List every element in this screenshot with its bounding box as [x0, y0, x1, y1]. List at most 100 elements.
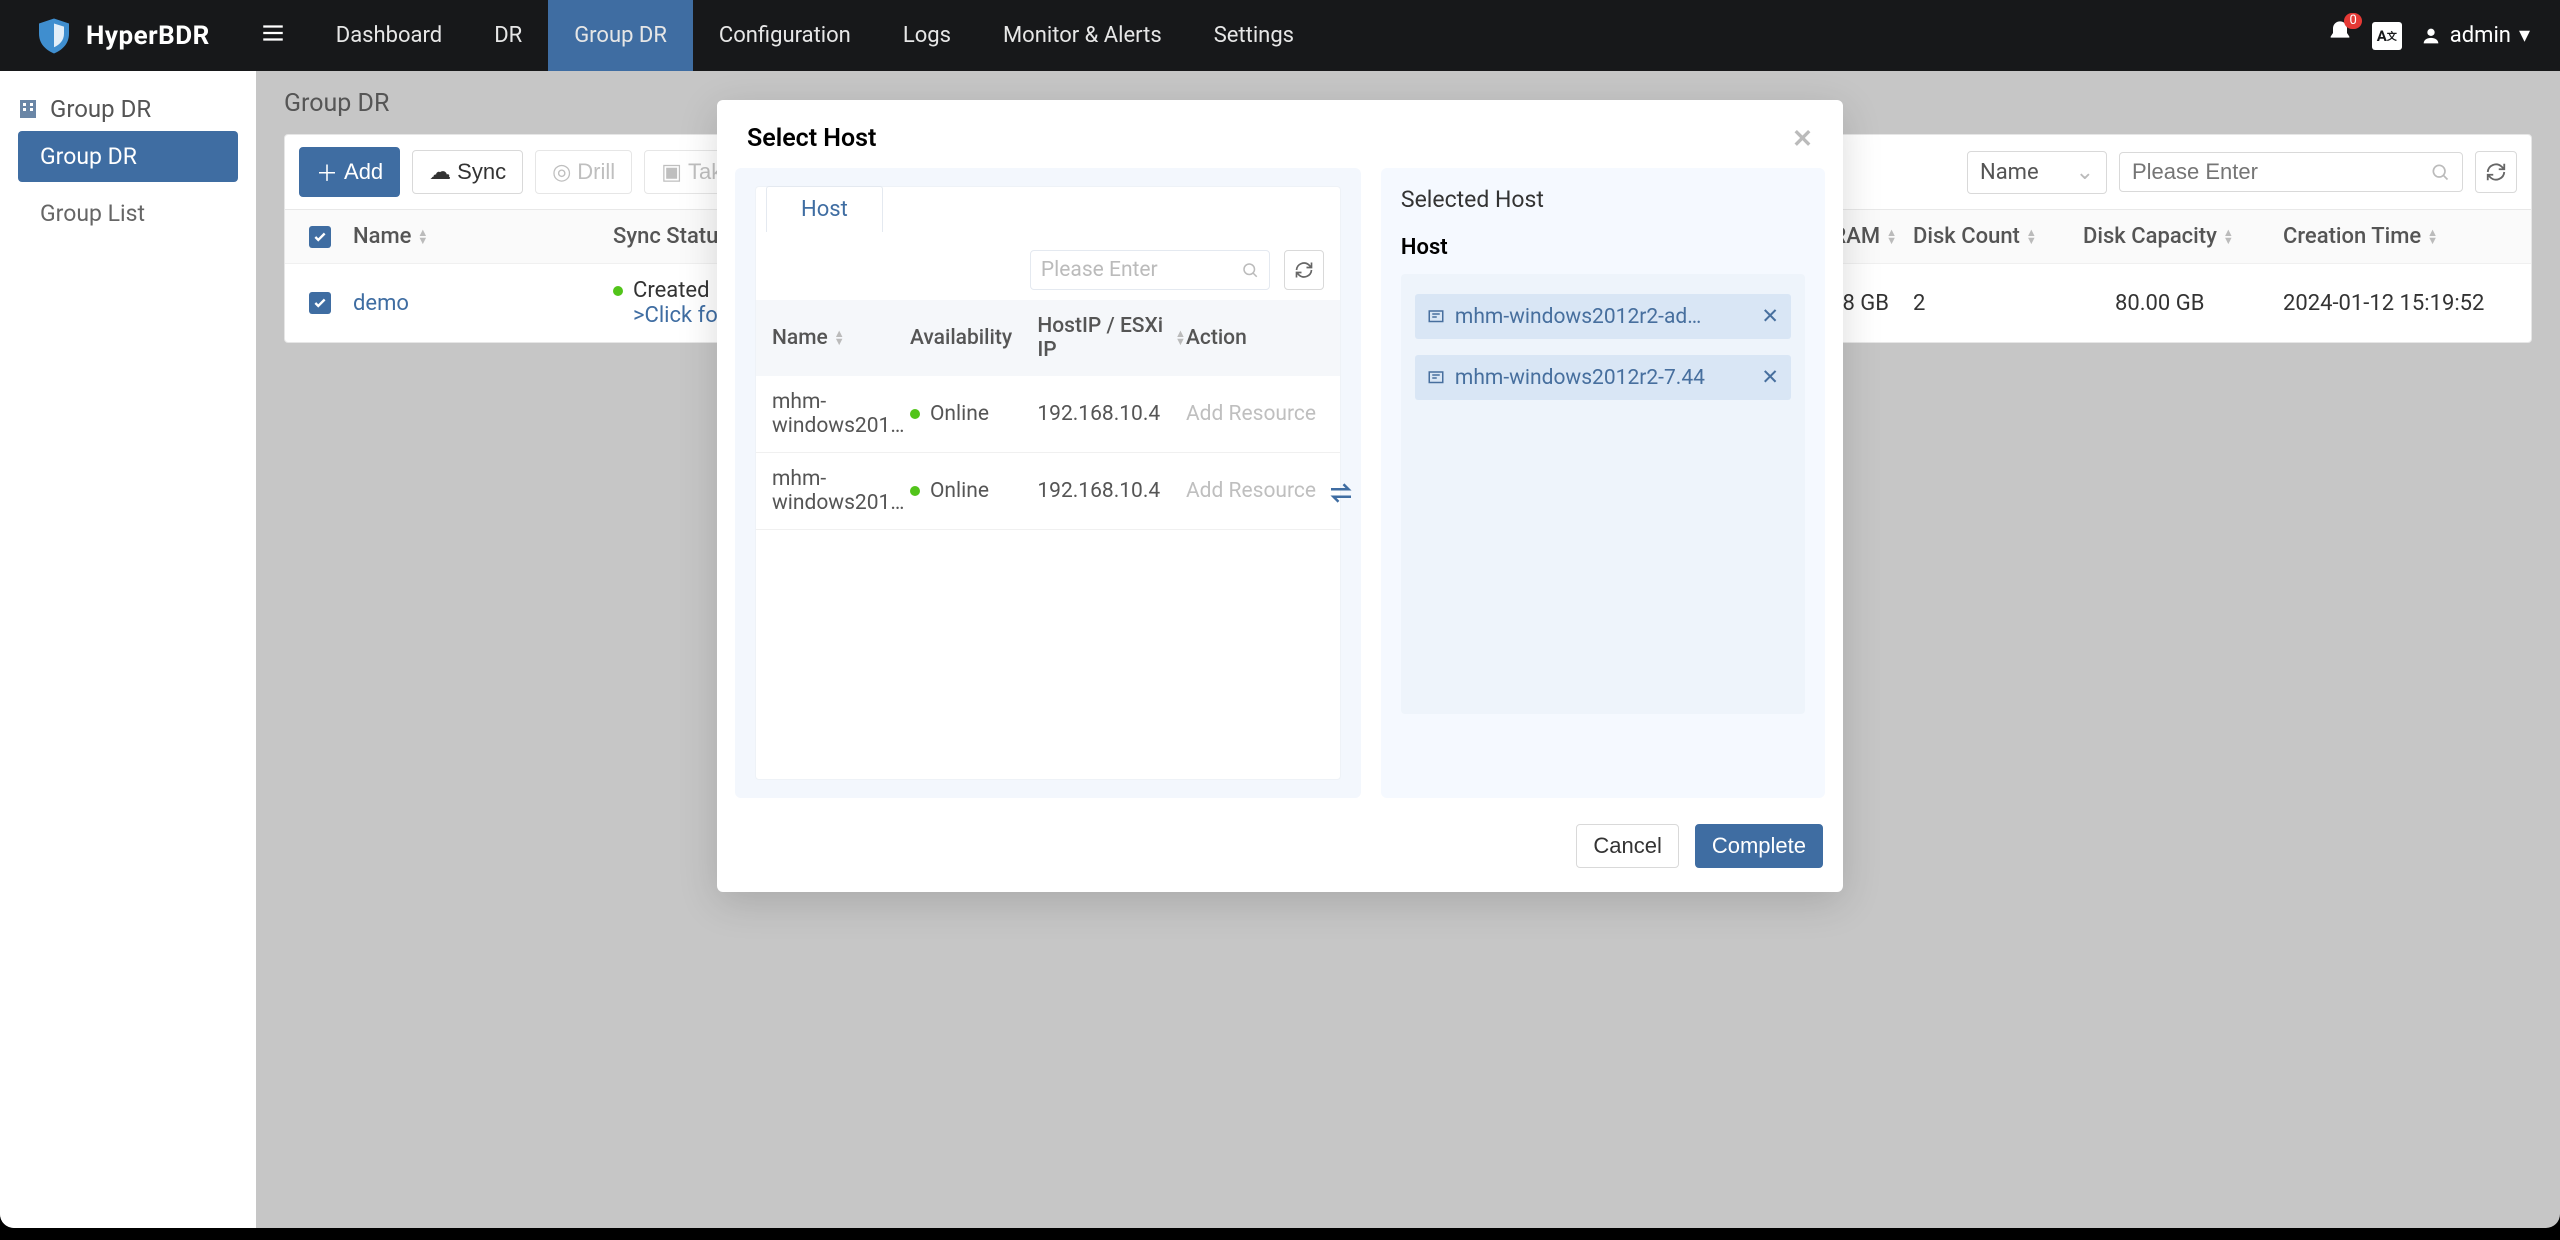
select-all-checkbox[interactable] [309, 226, 331, 248]
top-nav: HyperBDR Dashboard DR Group DR Configura… [0, 0, 2560, 71]
host-row: mhm-windows201… Online 192.168.10.4 Add … [756, 453, 1340, 530]
add-button[interactable]: ＋Add [299, 147, 400, 197]
complete-button[interactable]: Complete [1695, 824, 1823, 868]
nav-group-dr[interactable]: Group DR [548, 0, 693, 71]
sidebar: Group DR Group DR Group List [0, 71, 256, 1228]
plus-icon: ＋ [316, 156, 338, 188]
topnav-right: 0 A文 admin ▾ [2326, 19, 2560, 53]
chevron-down-icon: ▾ [2519, 23, 2530, 48]
host-icon [1427, 369, 1445, 387]
sidebar-header: Group DR [0, 81, 256, 131]
drill-button-label: Drill [577, 159, 615, 185]
close-icon[interactable]: ✕ [1792, 124, 1813, 154]
host-ip: 192.168.10.4 [1037, 402, 1186, 426]
selected-title: Selected Host [1401, 186, 1805, 213]
sort-icon: ▲▼ [2223, 229, 2234, 245]
host-name: mhm-windows201… [772, 467, 910, 515]
brand-name: HyperBDR [86, 21, 210, 51]
nav-dr[interactable]: DR [468, 0, 548, 71]
nav-monitor-alerts[interactable]: Monitor & Alerts [977, 0, 1188, 71]
drill-button: ◎ Drill [535, 150, 632, 194]
row-checkbox[interactable] [309, 292, 331, 314]
user-name: admin [2450, 23, 2511, 48]
filter-field-select[interactable]: Name ⌄ [1967, 151, 2107, 194]
nav-logs[interactable]: Logs [877, 0, 977, 71]
filter-search[interactable] [2119, 152, 2463, 192]
status-dot-icon [613, 286, 623, 296]
add-resource-action: Add Resource [1186, 479, 1324, 503]
modal-search-placeholder: Please Enter [1041, 258, 1158, 282]
nav-items: Dashboard DR Group DR Configuration Logs… [310, 0, 1320, 71]
language-toggle[interactable]: A文 [2372, 22, 2402, 50]
refresh-icon [2485, 161, 2507, 183]
target-icon: ◎ [552, 159, 571, 185]
search-icon [2430, 162, 2450, 182]
remove-tag-icon[interactable]: ✕ [1761, 365, 1779, 390]
row-disk-count: 2 [1913, 291, 2083, 316]
search-icon [1241, 261, 1259, 279]
host-ip: 192.168.10.4 [1037, 479, 1186, 503]
add-button-label: Add [344, 159, 383, 185]
cancel-button[interactable]: Cancel [1576, 824, 1678, 868]
row-ram: 8 GB [1842, 291, 1913, 316]
selected-host-tag: mhm-windows2012r2-ad… ✕ [1415, 294, 1791, 339]
host-table-header: Name▲▼ Availability HostIP / ESXi IP▲▼ A… [756, 300, 1340, 376]
refresh-icon [1294, 260, 1314, 280]
col-creation-time[interactable]: Creation Time [2283, 224, 2421, 249]
hcol-avail[interactable]: Availability [910, 326, 1012, 350]
hcol-name[interactable]: Name [772, 326, 828, 350]
col-sync-status[interactable]: Sync Status [613, 224, 730, 249]
box-icon: ▣ [661, 159, 682, 185]
transfer-icon [1326, 478, 1356, 512]
filter-search-input[interactable] [2132, 159, 2420, 185]
available-hosts-pane: Host Please Enter Name ▲▼ Availability Ho… [735, 168, 1361, 798]
col-disk-capacity[interactable]: Disk Capacity [2083, 224, 2217, 249]
modal-title: Select Host [747, 124, 876, 154]
brand: HyperBDR [0, 16, 236, 56]
modal-search[interactable]: Please Enter [1030, 250, 1270, 290]
modal-refresh-button[interactable] [1284, 250, 1324, 290]
sidebar-item-group-dr[interactable]: Group DR [18, 131, 238, 182]
row-status-link[interactable]: >Click fo [633, 303, 718, 328]
host-name: mhm-windows201… [772, 390, 910, 438]
sort-icon: ▲▼ [1175, 330, 1186, 346]
selected-host-tag: mhm-windows2012r2-7.44 ✕ [1415, 355, 1791, 400]
selected-host-name: mhm-windows2012r2-ad… [1455, 305, 1701, 329]
menu-toggle-icon[interactable] [236, 20, 310, 52]
sort-icon: ▲▼ [417, 229, 428, 245]
user-menu[interactable]: admin ▾ [2420, 23, 2530, 48]
remove-tag-icon[interactable]: ✕ [1761, 304, 1779, 329]
sidebar-title: Group DR [50, 95, 151, 123]
hcol-action: Action [1186, 326, 1247, 350]
col-disk-count[interactable]: Disk Count [1913, 224, 2020, 249]
host-icon [1427, 308, 1445, 326]
nav-dashboard[interactable]: Dashboard [310, 0, 468, 71]
selected-subtitle: Host [1401, 235, 1805, 260]
col-name[interactable]: Name [353, 224, 411, 249]
tab-host[interactable]: Host [766, 186, 883, 232]
status-dot-icon [910, 486, 920, 496]
host-row: mhm-windows201… Online 192.168.10.4 Add … [756, 376, 1340, 453]
selected-list: mhm-windows2012r2-ad… ✕ mhm-windows2012r… [1401, 274, 1805, 714]
sort-icon: ▲▼ [2026, 229, 2037, 245]
row-created: 2024-01-12 15:19:52 [2283, 291, 2523, 316]
chevron-down-icon: ⌄ [2076, 160, 2094, 185]
filter-field-label: Name [1980, 160, 2039, 185]
notifications-button[interactable]: 0 [2326, 19, 2354, 53]
nav-settings[interactable]: Settings [1188, 0, 1320, 71]
refresh-button[interactable] [2475, 151, 2517, 193]
nav-configuration[interactable]: Configuration [693, 0, 877, 71]
cloud-icon: ☁ [429, 159, 451, 185]
hcol-ip[interactable]: HostIP / ESXi IP [1037, 314, 1169, 362]
sync-button-label: Sync [457, 159, 506, 185]
host-table: Name▲▼ Availability HostIP / ESXi IP▲▼ A… [756, 300, 1340, 530]
building-icon [16, 97, 40, 121]
sort-icon: ▲▼ [1886, 229, 1897, 245]
row-disk-cap: 80.00 GB [2083, 291, 2283, 316]
host-avail: Online [910, 402, 1037, 426]
row-status-text: Created [633, 278, 709, 303]
sidebar-item-group-list[interactable]: Group List [0, 188, 256, 239]
notification-badge: 0 [2344, 13, 2361, 29]
sync-button[interactable]: ☁ Sync [412, 150, 523, 194]
row-name-link[interactable]: demo [353, 291, 613, 316]
